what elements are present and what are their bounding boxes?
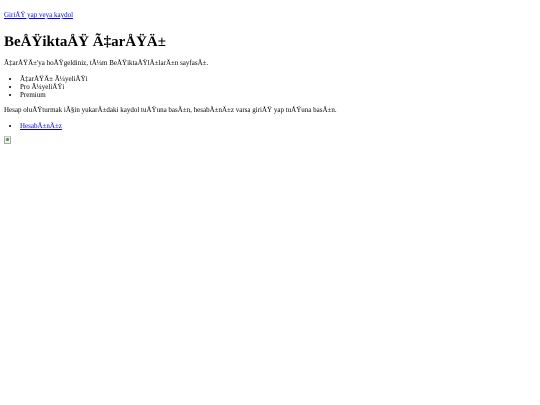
membership-list: Ã‡arÅŸÄ± Ã¼yeliÄŸi Pro Ã¼yeliÄŸi Premium (4, 75, 536, 99)
page: GiriÅŸ yap veya kaydol BeÅŸiktaÅŸ Ã‡arÅŸ… (0, 0, 540, 405)
login-signup-link[interactable]: GiriÅŸ yap veya kaydol (4, 11, 73, 20)
account-list: HesabÄ±nÄ±z (4, 122, 536, 130)
list-item: Ã‡arÅŸÄ± Ã¼yeliÄŸi (20, 75, 536, 83)
list-item: Premium (20, 91, 536, 99)
welcome-text: Ã‡arÅŸÄ±'ya hoÅŸgeldiniz, tÃ¼m BeÅŸiktaÅ… (4, 59, 209, 67)
list-item: Pro Ã¼yeliÄŸi (20, 83, 536, 91)
account-link[interactable]: HesabÄ±nÄ±z (20, 122, 62, 130)
info-text: Hesap oluÅŸturmak iÃ§in yukarÄ±daki kayd… (4, 106, 337, 114)
page-title: BeÅŸiktaÅŸ Ã‡arÅŸÄ± (4, 34, 166, 50)
list-item: HesabÄ±nÄ±z (20, 122, 536, 130)
broken-image-icon (4, 136, 11, 144)
